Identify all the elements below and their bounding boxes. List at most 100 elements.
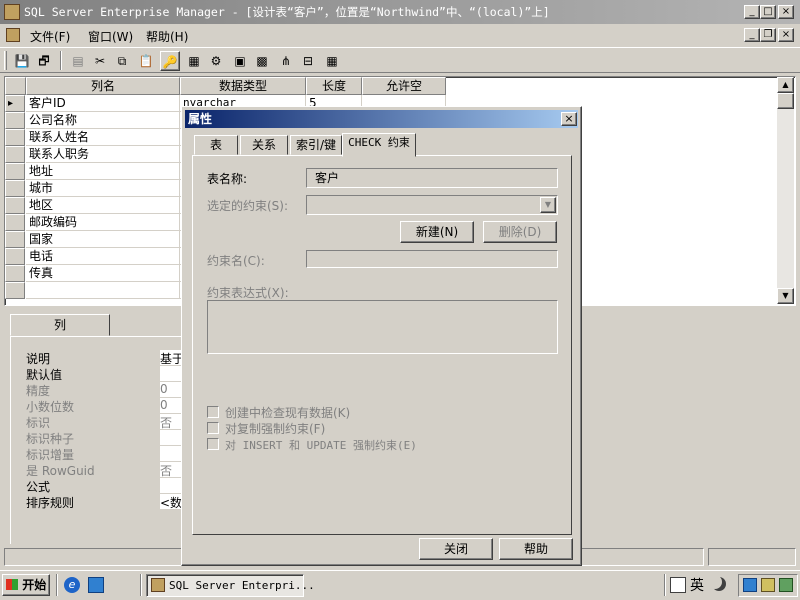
row-selector[interactable] <box>5 180 25 197</box>
menu-help[interactable]: 帮助(H) <box>146 28 188 45</box>
cut-icon[interactable]: ✂ <box>90 51 110 71</box>
relationship-icon[interactable]: ⚙ <box>206 51 226 71</box>
paste-icon[interactable]: 📋 <box>136 51 156 71</box>
cell-column-name[interactable]: 城市 <box>26 180 180 197</box>
sql-service-icon[interactable] <box>761 578 775 592</box>
scroll-up-button[interactable]: ▲ <box>777 77 794 93</box>
grid-icon[interactable]: ▦ <box>322 51 342 71</box>
dialog-close-btn[interactable]: 关闭 <box>419 538 493 560</box>
selected-constraint-select[interactable]: ▼ <box>306 195 558 215</box>
enforce-replication-checkbox[interactable] <box>207 422 219 434</box>
dialog-help-button[interactable]: 帮助 <box>499 538 573 560</box>
row-selector[interactable] <box>5 163 25 180</box>
maximize-button[interactable]: □ <box>760 5 776 19</box>
print-icon[interactable]: ▤ <box>68 51 88 71</box>
cell-column-name[interactable]: 传真 <box>26 265 180 282</box>
scroll-down-button[interactable]: ▼ <box>777 288 794 304</box>
cell-column-name[interactable]: 电话 <box>26 248 180 265</box>
prop-value[interactable] <box>160 478 182 493</box>
prop-value[interactable]: 否 <box>160 414 182 429</box>
constraint-expression-field[interactable] <box>207 300 558 354</box>
ime-icon[interactable] <box>670 577 686 593</box>
header-allow-null[interactable]: 允许空 <box>362 77 446 95</box>
prop-value[interactable]: 0 <box>160 398 182 413</box>
cell-column-name[interactable]: 联系人职务 <box>26 146 180 163</box>
enforce-insert-update-label: 对 INSERT 和 UPDATE 强制约束(E) <box>225 439 417 452</box>
tab-table[interactable]: 表 <box>194 135 238 155</box>
header-data-type[interactable]: 数据类型 <box>180 77 306 95</box>
prop-label: 标识种子 <box>26 432 75 446</box>
prop-value[interactable]: 0 <box>160 382 182 397</box>
taskbar-task-sqlserver[interactable]: SQL Server Enterpri... <box>146 574 315 597</box>
mdi-minimize-button[interactable]: _ <box>744 28 760 42</box>
primary-key-icon[interactable]: 🔑 <box>160 51 180 71</box>
properties-icon[interactable]: 🗗 <box>34 51 54 71</box>
index-icon[interactable]: ▣ <box>230 51 250 71</box>
menu-file[interactable]: 文件(F) <box>30 28 70 45</box>
row-selector[interactable] <box>5 146 25 163</box>
volume-icon[interactable] <box>779 578 793 592</box>
header-column-name[interactable]: 列名 <box>26 77 180 95</box>
row-selector[interactable] <box>5 282 25 299</box>
table-columns-icon[interactable]: ▦ <box>184 51 204 71</box>
new-button[interactable]: 新建(N) <box>400 221 474 243</box>
tab-relationships[interactable]: 关系 <box>240 135 288 155</box>
constraint-name-field[interactable] <box>306 250 558 268</box>
grid-scrollbar[interactable]: ▲ ▼ <box>777 77 794 304</box>
cell-column-name[interactable]: 地址 <box>26 163 180 180</box>
close-button[interactable]: × <box>778 5 794 19</box>
row-selector[interactable] <box>5 197 25 214</box>
cell-column-name[interactable]: 公司名称 <box>26 112 180 129</box>
tab-columns[interactable]: 列 <box>10 314 110 336</box>
prop-value[interactable] <box>160 430 182 445</box>
prop-label: 排序规则 <box>26 496 75 510</box>
mdi-close-button[interactable]: × <box>778 28 794 42</box>
dropdown-arrow-icon[interactable]: ▼ <box>540 197 556 213</box>
tree-icon[interactable]: ⋔ <box>276 51 296 71</box>
delete-button[interactable]: 删除(D) <box>483 221 557 243</box>
prop-value[interactable]: <数据 <box>160 494 182 509</box>
cell-column-name[interactable] <box>26 282 180 299</box>
mdi-restore-button[interactable]: ❐ <box>760 28 776 42</box>
status-panel-side <box>708 548 796 566</box>
row-selector[interactable] <box>5 231 25 248</box>
network-icon[interactable] <box>743 578 757 592</box>
check-constraint-icon[interactable]: ▩ <box>252 51 272 71</box>
start-button[interactable]: 开始 <box>2 574 50 596</box>
ime-language-label[interactable]: 英 <box>690 575 704 595</box>
row-selector[interactable] <box>5 214 25 231</box>
check-existing-checkbox[interactable] <box>207 406 219 418</box>
cell-column-name[interactable]: 客户ID <box>26 95 180 112</box>
prop-value[interactable]: 否 <box>160 462 182 477</box>
copy-icon[interactable]: ⧉ <box>112 51 132 71</box>
menu-window[interactable]: 窗口(W) <box>88 28 133 45</box>
prop-value[interactable] <box>160 366 182 381</box>
row-selector[interactable] <box>5 265 25 282</box>
cell-column-name[interactable]: 联系人姓名 <box>26 129 180 146</box>
moon-icon[interactable] <box>712 577 726 591</box>
title-bar: SQL Server Enterprise Manager - [设计表“客户”… <box>0 0 800 24</box>
dialog-close-button[interactable]: × <box>561 112 577 126</box>
tab-indexes-keys[interactable]: 索引/键 <box>290 135 342 155</box>
save-icon[interactable]: 💾 <box>12 51 32 71</box>
cell-column-name[interactable]: 地区 <box>26 197 180 214</box>
enforce-replication-label: 对复制强制约束(F) <box>225 422 326 436</box>
scroll-thumb[interactable] <box>777 93 794 109</box>
row-selector[interactable] <box>5 248 25 265</box>
cell-column-name[interactable]: 邮政编码 <box>26 214 180 231</box>
prop-value[interactable]: 基于 <box>160 350 182 365</box>
prop-value[interactable] <box>160 446 182 461</box>
outlook-express-icon[interactable] <box>88 577 104 593</box>
row-selector[interactable] <box>5 112 25 129</box>
enforce-insert-update-checkbox[interactable] <box>207 438 219 450</box>
cell-column-name[interactable]: 国家 <box>26 231 180 248</box>
row-selector[interactable] <box>5 129 25 146</box>
mdi-child-icon[interactable] <box>6 28 20 42</box>
toolbar-separator <box>60 51 62 70</box>
minimize-button[interactable]: _ <box>744 5 760 19</box>
tab-check-constraints[interactable]: CHECK 约束 <box>342 133 416 157</box>
view-icon[interactable]: ⊟ <box>298 51 318 71</box>
header-length[interactable]: 长度 <box>306 77 362 95</box>
row-selector[interactable]: ▸🔑 <box>5 95 25 124</box>
ie-icon[interactable]: e <box>64 577 80 593</box>
